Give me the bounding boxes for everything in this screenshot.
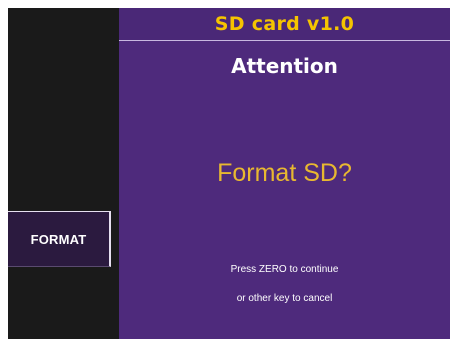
format-question: Format SD? xyxy=(217,159,352,187)
title-bar: SD card v1.0 xyxy=(119,8,450,41)
dialog-heading: Attention xyxy=(231,54,338,78)
dialog-panel: SD card v1.0 Attention Format SD? Press … xyxy=(119,8,450,339)
window-title: SD card v1.0 xyxy=(214,13,355,35)
softkey-sidebar: FORMAT xyxy=(8,8,118,339)
device-screen: FORMAT SD card v1.0 Attention Format SD?… xyxy=(8,8,450,339)
continue-hint: Press ZERO to continue xyxy=(230,264,339,275)
cancel-hint: or other key to cancel xyxy=(236,293,333,304)
format-softkey-label: FORMAT xyxy=(30,231,87,247)
format-softkey-button[interactable]: FORMAT xyxy=(8,211,111,267)
